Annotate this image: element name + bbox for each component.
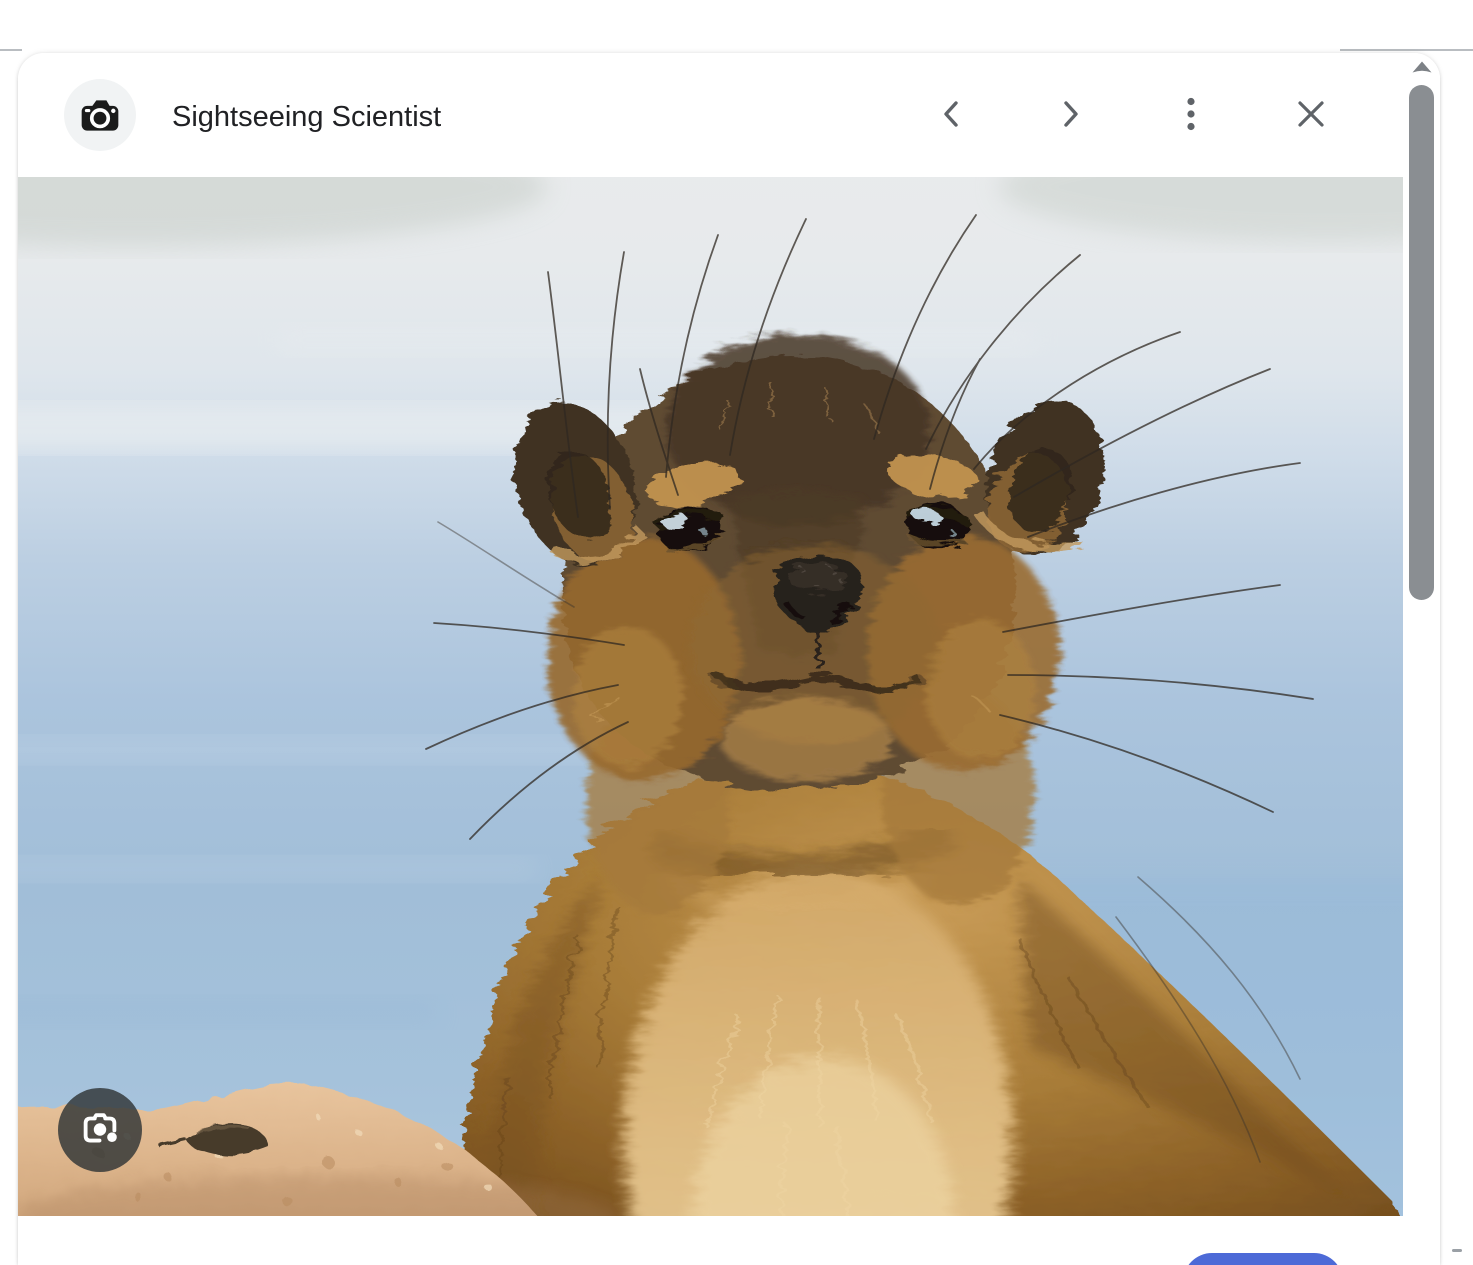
next-image-button[interactable] xyxy=(1046,90,1094,138)
source-title[interactable]: Sightseeing Scientist xyxy=(172,99,441,135)
chevron-right-icon xyxy=(1053,97,1087,131)
chevron-left-icon xyxy=(935,97,969,131)
kebab-menu-icon xyxy=(1174,97,1208,131)
hyrax-photo-illustration xyxy=(18,177,1403,1216)
camera-icon xyxy=(78,93,122,137)
scrollbar-thumb[interactable] xyxy=(1409,85,1434,600)
background-divider-line xyxy=(0,49,22,51)
page-background: Sightseeing Scientist xyxy=(0,0,1473,1265)
close-icon xyxy=(1294,97,1328,131)
triangle-up-icon xyxy=(1411,60,1433,74)
background-divider-line xyxy=(1340,49,1473,51)
dialog-scrollbar[interactable] xyxy=(1403,53,1440,1265)
result-photo[interactable] xyxy=(18,177,1403,1216)
lens-button[interactable] xyxy=(58,1088,142,1172)
visit-button[interactable] xyxy=(1183,1253,1343,1265)
dialog-header: Sightseeing Scientist xyxy=(18,53,1440,177)
scrollbar-up-arrow[interactable] xyxy=(1403,55,1440,79)
more-options-button[interactable] xyxy=(1167,90,1215,138)
image-viewer-dialog: Sightseeing Scientist xyxy=(18,53,1440,1265)
background-page-fragment xyxy=(1452,1249,1462,1252)
previous-image-button[interactable] xyxy=(928,90,976,138)
google-lens-icon xyxy=(77,1107,123,1153)
close-button[interactable] xyxy=(1287,90,1335,138)
source-avatar[interactable] xyxy=(64,79,136,151)
